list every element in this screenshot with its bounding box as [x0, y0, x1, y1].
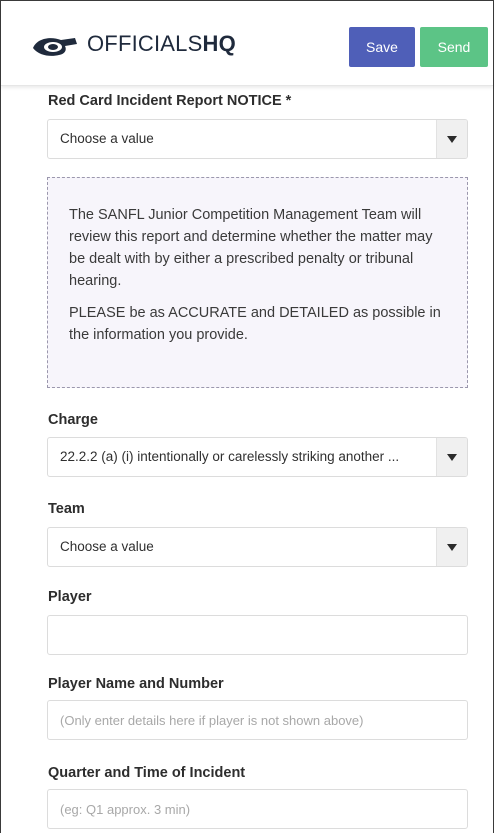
- player-name-number-input[interactable]: [47, 700, 468, 740]
- charge-value: 22.2.2 (a) (i) intentionally or careless…: [60, 449, 400, 464]
- player-input[interactable]: [47, 615, 468, 655]
- quarter-time-label: Quarter and Time of Incident: [48, 765, 246, 781]
- notice-paragraph-2: PLEASE be as ACCURATE and DETAILED as po…: [69, 305, 441, 343]
- quarter-time-input[interactable]: [47, 789, 468, 829]
- red-card-notice-label: Red Card Incident Report NOTICE *: [48, 93, 292, 109]
- brand-name: OFFICIALSHQ: [87, 31, 236, 57]
- red-card-notice-value: Choose a value: [60, 131, 154, 146]
- whistle-icon: [33, 38, 77, 56]
- app-header: OFFICIALSHQ Save Send: [1, 1, 493, 86]
- red-card-notice-select[interactable]: Choose a value: [47, 119, 468, 159]
- select-toggle[interactable]: [436, 120, 467, 158]
- caret-down-icon: [447, 136, 457, 143]
- send-button[interactable]: Send: [420, 27, 488, 67]
- select-toggle[interactable]: [436, 438, 467, 476]
- team-value: Choose a value: [60, 539, 154, 554]
- notice-paragraph-1: The SANFL Junior Competition Management …: [69, 207, 433, 289]
- charge-label: Charge: [48, 412, 98, 428]
- charge-select[interactable]: 22.2.2 (a) (i) intentionally or careless…: [47, 437, 468, 477]
- player-label: Player: [48, 589, 92, 605]
- save-button[interactable]: Save: [349, 27, 415, 67]
- brand-bold: HQ: [202, 31, 236, 56]
- team-label: Team: [48, 501, 85, 517]
- caret-down-icon: [447, 544, 457, 551]
- caret-down-icon: [447, 454, 457, 461]
- team-select[interactable]: Choose a value: [47, 527, 468, 567]
- notice-box: The SANFL Junior Competition Management …: [47, 177, 468, 388]
- player-name-number-label: Player Name and Number: [48, 676, 224, 692]
- select-toggle[interactable]: [436, 528, 467, 566]
- brand-regular: OFFICIALS: [87, 31, 203, 56]
